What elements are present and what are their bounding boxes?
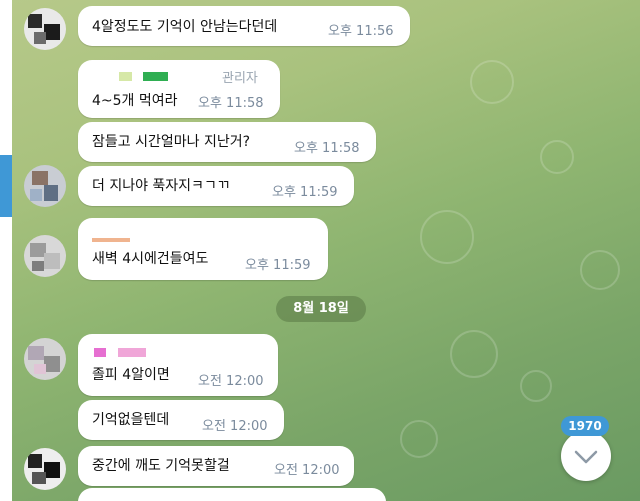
background-doodle bbox=[450, 330, 498, 378]
sender-name-redacted bbox=[118, 348, 146, 357]
date-divider: 8월 18일 bbox=[276, 296, 366, 322]
message-time: 오전 12:00 bbox=[202, 419, 268, 434]
avatar[interactable] bbox=[24, 235, 66, 277]
message-time: 오전 12:00 bbox=[198, 374, 264, 389]
message-bubble[interactable]: 기억없을텐데 오전 12:00 bbox=[78, 400, 284, 440]
message-time: 오후 11:59 bbox=[272, 185, 338, 200]
sender-name-redacted bbox=[92, 238, 130, 242]
chat-screen: 4알정도도 기억이 안남는다던데 오후 11:56 관리자 4~5개 먹여라 오… bbox=[0, 0, 640, 501]
message-time: 오후 11:58 bbox=[294, 141, 360, 156]
background-doodle bbox=[400, 420, 438, 458]
background-doodle bbox=[540, 140, 574, 174]
avatar[interactable] bbox=[24, 448, 66, 490]
unread-count-badge: 1970 bbox=[561, 416, 609, 436]
message-time: 오후 11:59 bbox=[245, 258, 311, 273]
sender-name-redacted bbox=[143, 72, 168, 81]
message-text: 기억없을텐데 bbox=[92, 412, 170, 428]
background-doodle bbox=[520, 370, 552, 402]
message-text: 중간에 깨도 기억못할걸 bbox=[92, 458, 230, 474]
message-bubble[interactable]: 더 지나야 푹자지ㅋㄱㄲ 오후 11:59 bbox=[78, 166, 354, 206]
message-bubble[interactable]: 졸피 4알이면 오전 12:00 bbox=[78, 334, 278, 396]
selected-chat-indicator bbox=[0, 155, 12, 217]
avatar[interactable] bbox=[24, 338, 66, 380]
message-bubble[interactable]: 중간에 깨도 기억못할걸 오전 12:00 bbox=[78, 446, 354, 486]
background-doodle bbox=[470, 60, 514, 104]
scroll-to-bottom-button[interactable] bbox=[561, 431, 611, 481]
message-text: 4알정도도 기억이 안남는다던데 bbox=[92, 19, 278, 35]
message-bubble[interactable]: 4알정도도 기억이 안남는다던데 오후 11:56 bbox=[78, 6, 410, 46]
avatar[interactable] bbox=[24, 165, 66, 207]
message-time: 오후 11:58 bbox=[198, 96, 264, 111]
message-text: 더 지나야 푹자지ㅋㄱㄲ bbox=[92, 178, 230, 194]
chevron-down-icon bbox=[574, 450, 598, 464]
admin-badge: 관리자 bbox=[222, 71, 258, 86]
message-text: 4~5개 먹여라 bbox=[92, 93, 178, 109]
background-doodle bbox=[580, 250, 620, 290]
message-bubble[interactable]: 관리자 4~5개 먹여라 오후 11:58 bbox=[78, 60, 280, 118]
sender-name-redacted bbox=[94, 348, 106, 357]
message-bubble-partial[interactable] bbox=[78, 488, 386, 501]
message-time: 오후 11:56 bbox=[328, 24, 394, 39]
message-bubble[interactable]: 잠들고 시간얼마나 지난거? 오후 11:58 bbox=[78, 122, 376, 162]
message-text: 새벽 4시에건들여도 bbox=[92, 251, 209, 267]
message-text: 졸피 4알이면 bbox=[92, 367, 170, 383]
chat-list-edge bbox=[0, 0, 12, 501]
message-text: 잠들고 시간얼마나 지난거? bbox=[92, 134, 251, 150]
message-time: 오전 12:00 bbox=[274, 463, 340, 478]
sender-name-redacted bbox=[119, 72, 132, 81]
avatar[interactable] bbox=[24, 8, 66, 50]
message-bubble[interactable]: 새벽 4시에건들여도 오후 11:59 bbox=[78, 218, 328, 280]
background-doodle bbox=[420, 210, 474, 264]
